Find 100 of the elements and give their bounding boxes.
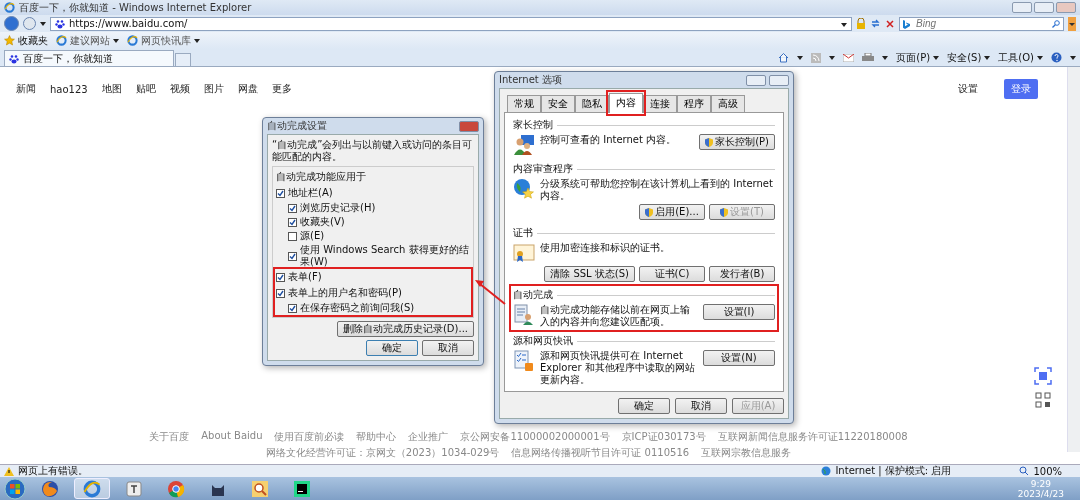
scrollbar[interactable] xyxy=(1067,67,1080,452)
nav-link[interactable]: 图片 xyxy=(203,82,224,96)
checkbox-label[interactable]: 收藏夹(V) xyxy=(300,216,470,228)
qr-code-icon[interactable] xyxy=(1034,391,1052,409)
favorites-item[interactable]: 网页快讯库 xyxy=(127,33,200,48)
footer-link[interactable]: 网络文化经营许可证：京网文（2023）1034-029号 xyxy=(265,446,500,460)
section-button[interactable]: 证书(C) xyxy=(639,266,705,282)
scan-icon[interactable] xyxy=(1034,367,1052,385)
footer-link[interactable]: 帮助中心 xyxy=(356,430,397,444)
lock-icon[interactable] xyxy=(856,18,866,29)
checkbox-label[interactable]: 使用 Windows Search 获得更好的结果(W) xyxy=(300,244,470,268)
printer-icon[interactable] xyxy=(862,52,875,63)
footer-link[interactable]: About Baidu xyxy=(201,430,263,444)
nav-link[interactable]: 更多 xyxy=(271,82,292,96)
star-icon[interactable] xyxy=(4,35,15,46)
chrome-icon[interactable] xyxy=(167,479,185,498)
nav-link[interactable]: 视频 xyxy=(169,82,190,96)
footer-link[interactable]: 信息网络传播视听节目许可证 0110516 xyxy=(511,446,690,460)
search-field[interactable]: Bing xyxy=(899,16,1064,31)
section-button[interactable]: 设置(N) xyxy=(703,350,775,366)
dialog-button[interactable]: 取消 xyxy=(422,340,474,356)
checkbox-label[interactable]: 表单上的用户名和密码(P) xyxy=(288,286,402,300)
footer-link[interactable]: 京ICP证030173号 xyxy=(621,430,706,444)
footer-link[interactable]: 京公网安备11000002000001号 xyxy=(460,430,610,444)
minimize-button[interactable] xyxy=(1012,2,1032,13)
nav-link[interactable]: 贴吧 xyxy=(135,82,156,96)
dialog-tab[interactable]: 连接 xyxy=(643,95,677,113)
dialog-button[interactable]: 取消 xyxy=(675,398,727,414)
favorites-item[interactable]: 建议网站 xyxy=(56,33,119,48)
home-icon[interactable] xyxy=(778,52,790,63)
section-button[interactable]: 发行者(B) xyxy=(709,266,775,282)
section-button[interactable]: 家长控制(P) xyxy=(699,134,775,150)
refresh-icon[interactable] xyxy=(870,18,881,29)
command-menu[interactable]: 工具(O) xyxy=(998,50,1034,65)
login-button[interactable]: 登录 xyxy=(1004,79,1038,99)
footer-link[interactable]: 使用百度前必读 xyxy=(274,430,345,444)
checkbox[interactable] xyxy=(276,188,285,198)
search-options-icon[interactable] xyxy=(1068,16,1076,31)
forward-button[interactable] xyxy=(23,17,36,30)
help-button[interactable] xyxy=(746,74,766,86)
nav-link[interactable]: 新闻 xyxy=(16,82,36,96)
checkbox[interactable] xyxy=(288,217,297,227)
checkbox-label[interactable]: 在保存密码之前询问我(S) xyxy=(300,302,470,314)
help-icon[interactable] xyxy=(1051,52,1062,63)
delete-history-button[interactable]: 删除自动完成历史记录(D)... xyxy=(336,321,474,337)
stop-icon[interactable] xyxy=(885,18,895,29)
start-icon[interactable] xyxy=(4,477,26,500)
pycharm-icon[interactable] xyxy=(293,479,311,498)
window-title: 百度一下，你就知道 - Windows Internet Explorer xyxy=(19,0,252,15)
close-button[interactable] xyxy=(459,120,479,132)
document-icon[interactable] xyxy=(125,479,143,498)
checkbox[interactable] xyxy=(288,231,297,241)
ie-icon[interactable] xyxy=(83,479,101,498)
dialog-tab[interactable]: 安全 xyxy=(541,95,575,113)
checkbox[interactable] xyxy=(288,303,297,313)
checkbox[interactable] xyxy=(276,288,285,298)
nav-link[interactable]: hao123 xyxy=(50,83,88,95)
browser-tab[interactable]: 百度一下，你就知道 xyxy=(4,50,174,66)
magnifier-icon[interactable] xyxy=(1019,466,1030,476)
nav-link[interactable]: 地图 xyxy=(101,82,122,96)
checkbox-label[interactable]: 浏览历史记录(H) xyxy=(300,202,470,214)
dialog-tab[interactable]: 高级 xyxy=(711,95,745,113)
nav-link[interactable]: 网盘 xyxy=(237,82,258,96)
search-icon[interactable] xyxy=(1052,19,1060,28)
dialog-tab[interactable]: 程序 xyxy=(677,95,711,113)
section-button[interactable]: 启用(E)... xyxy=(639,204,705,220)
checkbox-label[interactable]: 源(E) xyxy=(300,230,470,242)
command-menu[interactable]: 页面(P) xyxy=(896,50,931,65)
dialog-tab[interactable]: 常规 xyxy=(507,95,541,113)
dialog-tab[interactable]: 隐私 xyxy=(575,95,609,113)
section-text: 使用加密连接和标识的证书。 xyxy=(540,242,671,254)
settings-link[interactable]: 设置 xyxy=(958,82,978,96)
back-button[interactable] xyxy=(4,16,19,31)
firefox-icon[interactable] xyxy=(41,479,59,498)
checkbox-label[interactable]: 表单(F) xyxy=(288,270,322,284)
address-field[interactable]: https://www.baidu.com/ xyxy=(50,16,852,31)
magnifier-icon[interactable] xyxy=(251,479,269,498)
command-menu[interactable]: 安全(S) xyxy=(947,50,982,65)
mail-icon[interactable] xyxy=(843,53,855,62)
checkbox-label[interactable]: 地址栏(A) xyxy=(288,186,333,200)
footer-link[interactable]: 互联网新闻信息服务许可证11220180008 xyxy=(717,430,908,444)
zoom-level[interactable]: 100% xyxy=(1033,465,1062,477)
section-button[interactable]: 设置(I) xyxy=(703,304,775,320)
shield-icon xyxy=(705,137,714,147)
footer-link[interactable]: 互联网宗教信息服务 xyxy=(701,446,792,460)
ie-icon xyxy=(127,35,138,46)
dialog-tab[interactable]: 内容 xyxy=(609,93,643,113)
favorites-item[interactable]: 收藏夹 xyxy=(4,33,48,48)
footer-link[interactable]: 企业推广 xyxy=(408,430,449,444)
checkbox[interactable] xyxy=(276,272,285,282)
footer-link[interactable]: 关于百度 xyxy=(149,430,190,444)
section-button[interactable]: 清除 SSL 状态(S) xyxy=(544,266,635,282)
paw-icon xyxy=(55,18,65,29)
caret-icon xyxy=(40,21,46,26)
dialog-button[interactable]: 确定 xyxy=(366,340,418,356)
checkbox[interactable] xyxy=(288,203,297,213)
restore-button[interactable] xyxy=(1034,2,1054,13)
dialog-button[interactable]: 确定 xyxy=(618,398,670,414)
close-button[interactable] xyxy=(769,74,789,86)
checkbox[interactable] xyxy=(288,251,297,261)
